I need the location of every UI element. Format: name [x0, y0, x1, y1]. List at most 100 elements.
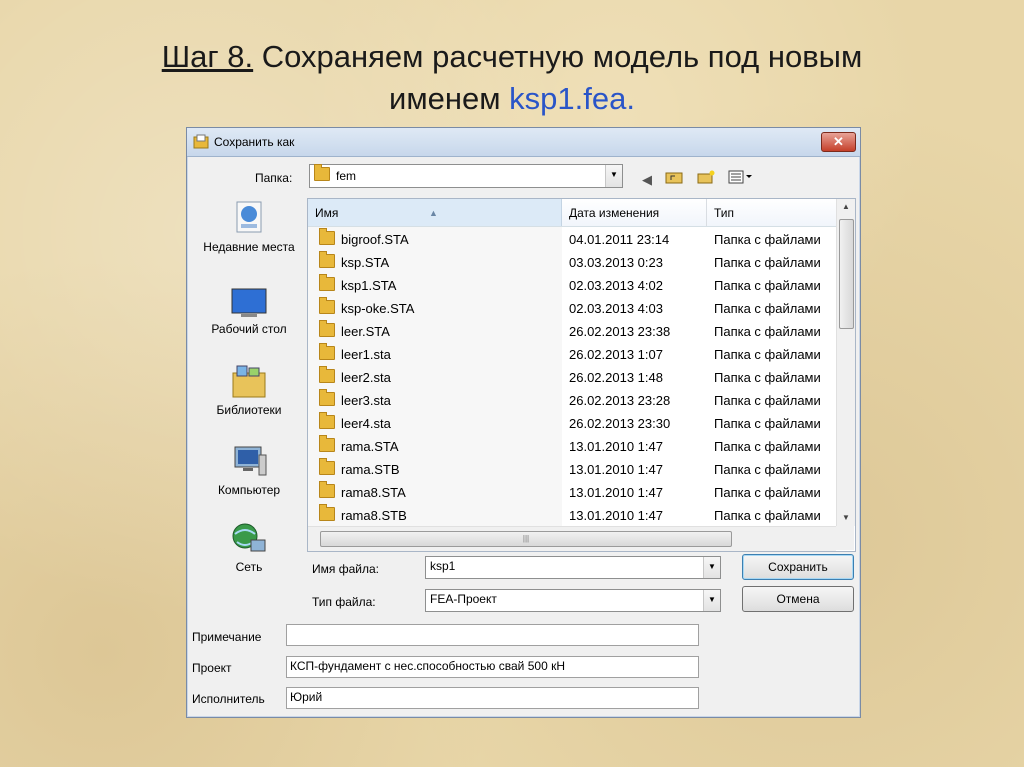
chevron-down-icon[interactable]: ▼	[605, 165, 622, 187]
place-libraries-label: Библиотеки	[216, 403, 282, 417]
chevron-down-icon[interactable]: ▼	[703, 557, 720, 578]
slide-title-text: Сохраняем расчетную модель под новым	[253, 39, 863, 74]
folder-icon	[319, 435, 335, 452]
column-name[interactable]: Имя ▲	[308, 199, 562, 226]
file-name-cell: leer1.sta	[319, 343, 559, 366]
folder-icon	[314, 164, 330, 181]
toolbar: ◀	[642, 170, 762, 188]
place-recent-label: Недавние места	[203, 240, 295, 254]
folder-icon	[319, 228, 335, 245]
file-row[interactable]: leer1.sta 26.02.2013 1:07 Папка с файлами	[308, 343, 836, 366]
note-label: Примечание	[192, 630, 262, 644]
vertical-scroll-thumb[interactable]	[839, 219, 854, 329]
back-icon[interactable]: ◀	[642, 172, 652, 188]
column-type-label: Тип	[714, 206, 735, 220]
cancel-button[interactable]: Отмена	[742, 586, 854, 612]
file-row[interactable]: rama8.STA 13.01.2010 1:47 Папка с файлами	[308, 481, 836, 504]
file-name: leer4.sta	[341, 416, 391, 431]
slide-title: Шаг 8. Сохраняем расчетную модель под но…	[0, 36, 1024, 120]
libraries-icon	[232, 365, 266, 398]
file-row[interactable]: rama.STA 13.01.2010 1:47 Папка с файлами	[308, 435, 836, 458]
file-row[interactable]: leer3.sta 26.02.2013 23:28 Папка с файлами	[308, 389, 836, 412]
column-type[interactable]: Тип	[707, 199, 836, 226]
author-input[interactable]: Юрий	[286, 687, 699, 709]
file-date: 26.02.2013 1:07	[569, 347, 663, 362]
slide-filename: ksp1.fea	[509, 81, 627, 116]
file-type: Папка с файлами	[714, 301, 821, 316]
file-row[interactable]: ksp1.STA 02.03.2013 4:02 Папка с файлами	[308, 274, 836, 297]
file-name-cell: rama8.STB	[319, 504, 559, 527]
folder-select[interactable]: fem ▼	[309, 164, 623, 188]
file-date: 26.02.2013 23:38	[569, 324, 671, 339]
filename-value: ksp1	[430, 559, 456, 573]
scroll-down-icon[interactable]: ▼	[837, 510, 855, 526]
file-row[interactable]: leer4.sta 26.02.2013 23:30 Папка с файлами	[308, 412, 836, 435]
filetype-value: FEA-Проект	[430, 592, 497, 606]
file-date: 04.01.2011 23:14	[569, 232, 670, 247]
file-name-cell: leer2.sta	[319, 366, 559, 389]
file-name: leer2.sta	[341, 370, 391, 385]
column-date[interactable]: Дата изменения	[562, 199, 707, 226]
column-date-label: Дата изменения	[569, 206, 660, 220]
file-name: leer.STA	[341, 324, 390, 339]
view-menu-icon[interactable]	[728, 170, 753, 187]
network-icon	[232, 523, 266, 552]
folder-icon	[319, 343, 335, 360]
file-type: Папка с файлами	[714, 393, 821, 408]
file-name: leer1.sta	[341, 347, 391, 362]
file-row[interactable]: leer.STA 26.02.2013 23:38 Папка с файлами	[308, 320, 836, 343]
scroll-corner	[836, 526, 854, 550]
scroll-up-icon[interactable]: ▲	[837, 199, 855, 215]
place-libraries[interactable]: Библиотеки	[193, 363, 305, 418]
file-name: rama8.STA	[341, 485, 406, 500]
file-name-cell: leer4.sta	[319, 412, 559, 435]
folder-value: fem	[336, 169, 357, 183]
folder-label: Папка:	[255, 171, 293, 185]
file-row[interactable]: ksp.STA 03.03.2013 0:23 Папка с файлами	[308, 251, 836, 274]
close-button[interactable]: ✕	[821, 132, 856, 152]
file-row[interactable]: ksp-oke.STA 02.03.2013 4:03 Папка с файлам…	[308, 297, 836, 320]
project-label: Проект	[192, 661, 232, 675]
place-network-label: Сеть	[235, 560, 263, 574]
file-date: 13.01.2010 1:47	[569, 508, 663, 523]
place-computer-label: Компьютер	[217, 483, 281, 497]
file-row[interactable]: bigroof.STA 04.01.2011 23:14 Папка с файла…	[308, 228, 836, 251]
save-as-dialog: Сохранить как ✕ Папка: fem ▼ ◀ Недавние …	[186, 127, 861, 718]
folder-icon	[319, 481, 335, 498]
up-folder-icon[interactable]	[665, 170, 683, 187]
file-list[interactable]: Имя ▲ Дата изменения Тип bigroof.STA 04.01…	[307, 198, 856, 552]
file-type: Папка с файлами	[714, 370, 821, 385]
folder-icon	[319, 274, 335, 291]
file-type: Папка с файлами	[714, 324, 821, 339]
file-date: 13.01.2010 1:47	[569, 485, 663, 500]
place-desktop[interactable]: Рабочий стол	[193, 286, 305, 337]
file-type: Папка с файлами	[714, 347, 821, 362]
chevron-down-icon[interactable]: ▼	[703, 590, 720, 611]
save-button[interactable]: Сохранить	[742, 554, 854, 580]
folder-icon	[319, 412, 335, 429]
file-name: ksp-oke.STA	[341, 301, 415, 316]
filename-input[interactable]: ksp1 ▼	[425, 556, 721, 579]
file-row[interactable]: leer2.sta 26.02.2013 1:48 Папка с файлами	[308, 366, 836, 389]
file-type: Папка с файлами	[714, 485, 821, 500]
place-computer[interactable]: Компьютер	[193, 443, 305, 498]
place-network[interactable]: Сеть	[193, 520, 305, 575]
horizontal-scroll-thumb[interactable]: |||	[320, 531, 732, 547]
file-type: Папка с файлами	[714, 508, 821, 523]
project-input[interactable]: КСП-фундамент с нес.способностью свай 50…	[286, 656, 699, 678]
note-input[interactable]	[286, 624, 699, 646]
place-recent[interactable]: Недавние места	[193, 200, 305, 255]
horizontal-scrollbar[interactable]: |||	[308, 526, 836, 551]
new-folder-icon[interactable]	[697, 170, 715, 187]
file-date: 03.03.2013 0:23	[569, 255, 663, 270]
vertical-scrollbar[interactable]: ▲ ▼	[836, 199, 855, 526]
folder-icon	[319, 251, 335, 268]
dialog-titlebar[interactable]: Сохранить как ✕	[187, 128, 860, 157]
filetype-select[interactable]: FEA-Проект ▼	[425, 589, 721, 612]
file-name-cell: rama.STA	[319, 435, 559, 458]
file-name-cell: ksp1.STA	[319, 274, 559, 297]
file-row[interactable]: rama.STB 13.01.2010 1:47 Папка с файлами	[308, 458, 836, 481]
file-date: 13.01.2010 1:47	[569, 439, 663, 454]
file-row[interactable]: rama8.STB 13.01.2010 1:47 Папка с файлами	[308, 504, 836, 527]
folder-icon	[319, 320, 335, 337]
